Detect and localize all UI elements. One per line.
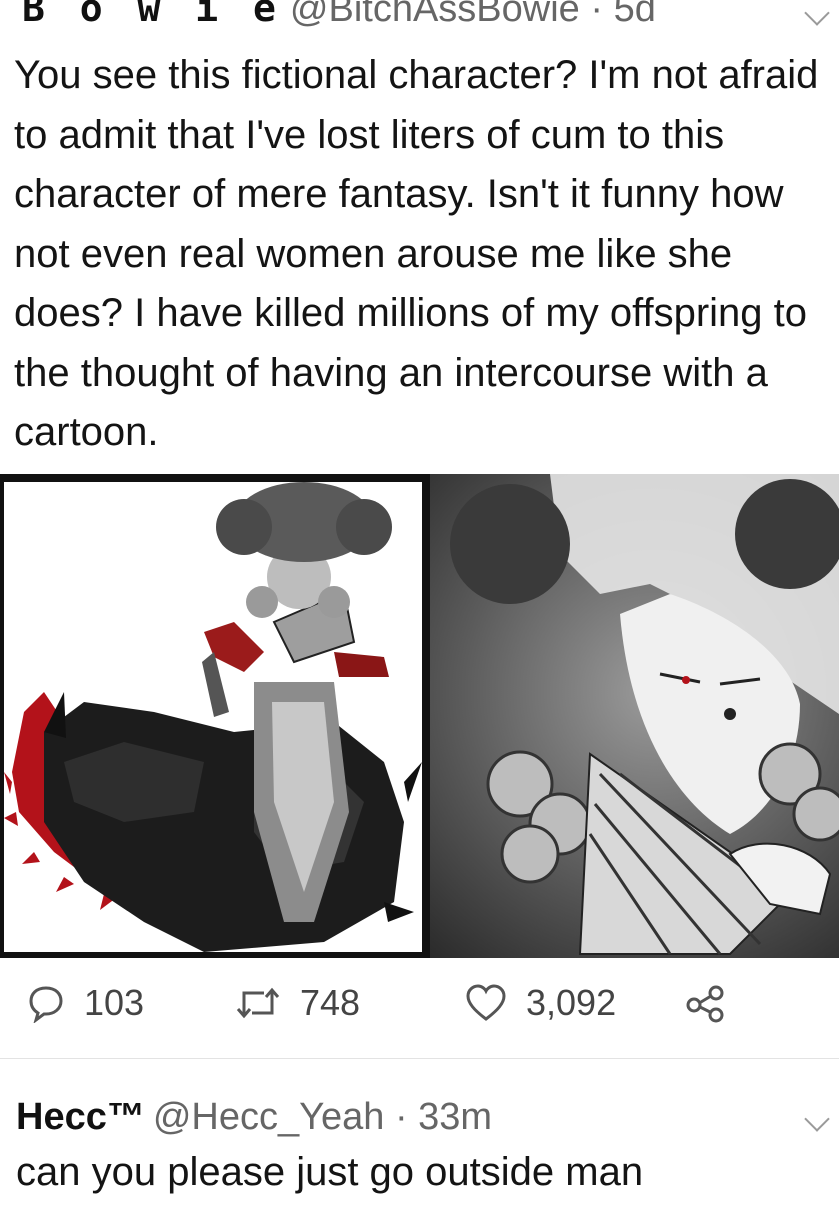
display-name[interactable]: B o w ı e <box>22 0 282 30</box>
reply-display-name[interactable]: Hecc™ <box>16 1096 145 1139</box>
tweet-action-bar: 103 748 3,092 <box>20 976 760 1030</box>
reply-button[interactable]: 103 <box>26 976 144 1030</box>
reply-chevron-down-icon[interactable] <box>804 1106 830 1132</box>
heart-icon <box>466 984 506 1021</box>
chevron-down-icon[interactable] <box>804 0 830 26</box>
speech-bubble-icon <box>29 986 63 1023</box>
share-button[interactable] <box>684 976 728 1030</box>
handle-and-timestamp[interactable]: @BitchAssBowie · 5d <box>290 0 656 31</box>
tweet-header: B o w ı e @BitchAssBowie · 5d <box>22 0 656 38</box>
like-count: 3,092 <box>526 982 617 1023</box>
character-portrait-image[interactable] <box>430 474 839 958</box>
reply-text: can you please just go outside man <box>16 1150 644 1194</box>
retweet-count: 748 <box>300 982 361 1023</box>
share-icon <box>686 985 724 1023</box>
tweet-divider <box>0 1058 839 1059</box>
like-button[interactable]: 3,092 <box>464 976 616 1030</box>
retweet-button[interactable]: 748 <box>234 976 360 1030</box>
character-sprite-image[interactable] <box>4 482 422 952</box>
media-grid <box>0 474 839 958</box>
retweet-icon <box>236 987 280 1019</box>
reply-header: Hecc™ @Hecc_Yeah · 33m <box>16 1096 492 1146</box>
reply-handle-and-timestamp[interactable]: @Hecc_Yeah · 33m <box>153 1096 492 1139</box>
tweet-text: You see this fictional character? I'm no… <box>14 53 819 454</box>
reply-count: 103 <box>84 982 145 1023</box>
